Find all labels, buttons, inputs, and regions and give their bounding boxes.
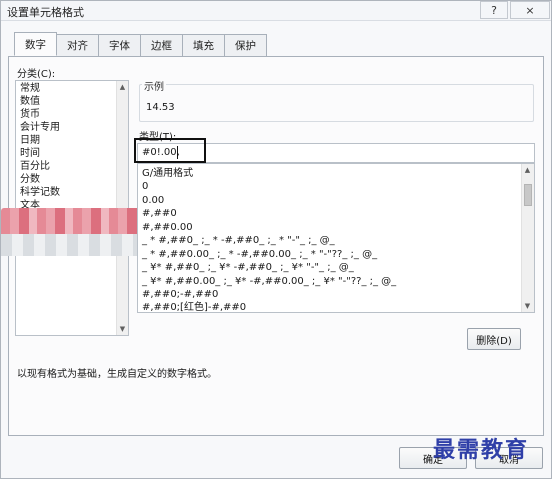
description-text: 以现有格式为基础，生成自定义的数字格式。 <box>17 369 217 380</box>
format-list-scrollbar[interactable]: ▲ ▼ <box>521 164 534 312</box>
category-item-percentage[interactable]: 百分比 <box>20 161 50 173</box>
category-item-accounting[interactable]: 会计专用 <box>20 122 60 134</box>
tab-font[interactable]: 字体 <box>98 34 141 56</box>
format-item[interactable]: G/通用格式 <box>142 168 193 180</box>
tab-alignment[interactable]: 对齐 <box>56 34 99 56</box>
category-item-currency[interactable]: 货币 <box>20 109 40 121</box>
title-bar: 设置单元格格式 ? × <box>1 1 551 21</box>
scroll-thumb[interactable] <box>524 184 532 206</box>
category-item-fraction[interactable]: 分数 <box>20 174 40 186</box>
help-icon: ? <box>491 3 497 17</box>
format-item[interactable]: 0.00 <box>142 195 164 207</box>
tab-strip: 数字 对齐 字体 边框 填充 保护 <box>14 32 267 56</box>
category-label: 分类(C): <box>17 69 56 80</box>
scroll-down-icon[interactable]: ▼ <box>117 323 128 335</box>
category-item-general[interactable]: 常规 <box>20 83 40 95</box>
sample-value: 14.53 <box>146 102 175 113</box>
format-item[interactable]: _ * #,##0_ ;_ * -#,##0_ ;_ * "-"_ ;_ @_ <box>142 235 335 247</box>
format-item[interactable]: 0 <box>142 181 148 193</box>
category-item-time[interactable]: 时间 <box>20 148 40 160</box>
format-item[interactable]: _ ¥* #,##0_ ;_ ¥* -#,##0_ ;_ ¥* "-"_ ;_ … <box>142 262 354 274</box>
category-item-scientific[interactable]: 科学记数 <box>20 187 60 199</box>
help-button[interactable]: ? <box>480 1 508 19</box>
scroll-down-icon[interactable]: ▼ <box>522 300 533 312</box>
dialog-title: 设置单元格格式 <box>7 6 84 19</box>
tab-border[interactable]: 边框 <box>140 34 183 56</box>
format-item[interactable]: #,##0 <box>142 208 177 220</box>
delete-button[interactable]: 删除(D) <box>467 328 521 350</box>
type-input-highlight <box>134 138 206 163</box>
sample-legend: 示例 <box>142 78 166 93</box>
format-item[interactable]: #,##0;[红色]-#,##0 <box>142 302 246 312</box>
format-code-list[interactable]: G/通用格式 0 0.00 #,##0 #,##0.00 _ * #,##0_ … <box>137 163 535 313</box>
format-cells-dialog: 设置单元格格式 ? × 数字 对齐 字体 边框 填充 保护 分类(C): 常规 … <box>0 0 552 479</box>
scroll-up-icon[interactable]: ▲ <box>117 81 128 93</box>
close-button[interactable]: × <box>510 1 550 19</box>
tab-number[interactable]: 数字 <box>14 32 57 56</box>
category-item-date[interactable]: 日期 <box>20 135 40 147</box>
tab-fill[interactable]: 填充 <box>182 34 225 56</box>
tab-protection[interactable]: 保护 <box>224 34 267 56</box>
close-icon: × <box>525 3 535 17</box>
category-item-number[interactable]: 数值 <box>20 96 40 108</box>
sample-group <box>139 84 534 122</box>
scroll-up-icon[interactable]: ▲ <box>522 164 533 176</box>
format-item[interactable]: #,##0;-#,##0 <box>142 289 218 301</box>
format-item[interactable]: _ * #,##0.00_ ;_ * -#,##0.00_ ;_ * "-"??… <box>142 249 377 261</box>
format-item[interactable]: #,##0.00 <box>142 222 193 234</box>
format-item[interactable]: _ ¥* #,##0.00_ ;_ ¥* -#,##0.00_ ;_ ¥* "-… <box>142 276 396 288</box>
watermark: 最需教育 <box>433 437 530 463</box>
